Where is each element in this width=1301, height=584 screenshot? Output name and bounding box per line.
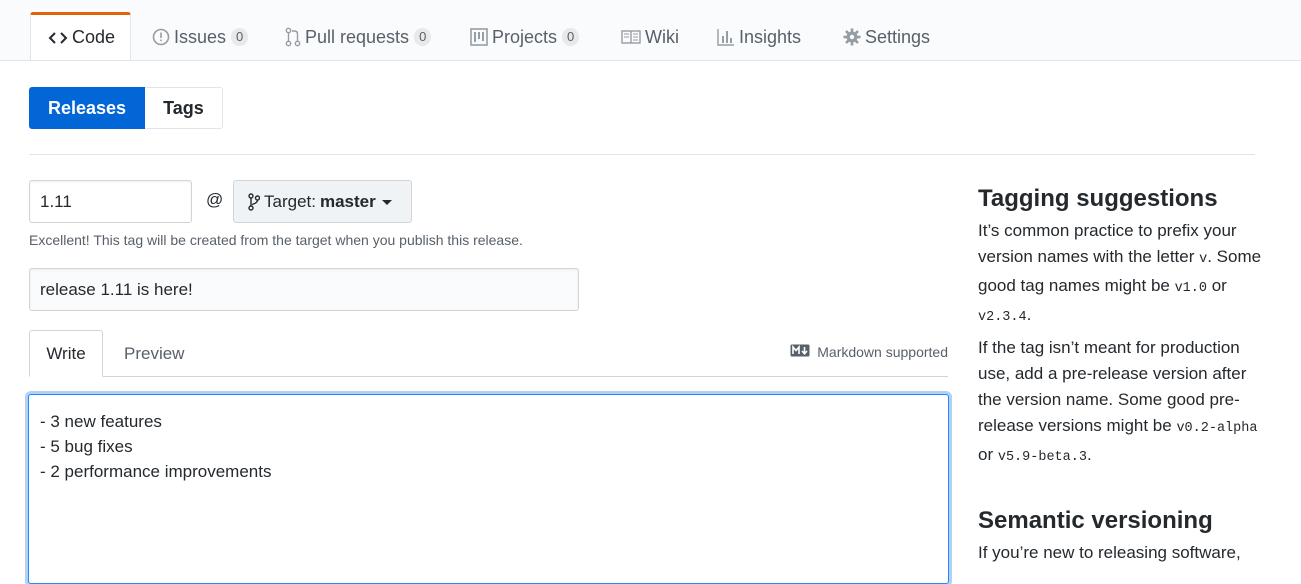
description-line: - 3 new features bbox=[40, 412, 162, 431]
markdown-icon bbox=[790, 344, 810, 360]
project-icon bbox=[470, 28, 488, 46]
tab-label: Issues bbox=[174, 26, 227, 47]
target-prefix: Target: bbox=[264, 191, 316, 211]
issues-counter: 0 bbox=[231, 28, 249, 46]
prerelease-paragraph: If the tag isn’t meant for production us… bbox=[978, 338, 1258, 465]
tab-label: Insights bbox=[739, 26, 802, 47]
description-line: - 2 performance improvements bbox=[40, 462, 272, 481]
repo-nav: Code Issues 0 Pull requests 0 Projects 0… bbox=[0, 0, 1301, 61]
semantic-versioning-heading: Semantic versioning bbox=[978, 507, 1213, 534]
graph-icon bbox=[717, 28, 735, 46]
description-line: - 5 bug fixes bbox=[40, 437, 133, 456]
tab-insights[interactable]: Insights bbox=[699, 14, 801, 60]
book-icon bbox=[621, 29, 641, 45]
tab-pull-requests[interactable]: Pull requests 0 bbox=[267, 14, 432, 60]
tagging-sidebar: Tagging suggestions It’s common practice… bbox=[978, 183, 1278, 562]
branch-icon bbox=[248, 192, 260, 211]
release-description-textarea[interactable]: - 3 new features - 5 bug fixes - 2 perfo… bbox=[28, 394, 949, 584]
releases-tab[interactable]: Releases bbox=[29, 87, 146, 129]
tab-label: Code bbox=[72, 27, 116, 47]
tab-issues[interactable]: Issues 0 bbox=[134, 14, 249, 60]
pull-requests-counter: 0 bbox=[414, 28, 432, 46]
tag-helper-note: Excellent! This tag will be created from… bbox=[29, 232, 523, 248]
section-divider bbox=[29, 154, 1255, 155]
tagging-paragraph: It’s common practice to prefix your vers… bbox=[978, 221, 1262, 325]
at-symbol: @ bbox=[206, 190, 224, 209]
release-title-input[interactable] bbox=[29, 268, 579, 311]
tab-wiki[interactable]: Wiki bbox=[603, 14, 679, 60]
tab-label: Projects bbox=[492, 26, 558, 47]
issue-icon bbox=[152, 28, 170, 46]
gear-icon bbox=[843, 28, 861, 46]
target-branch-name: master bbox=[319, 191, 376, 211]
tab-preview[interactable]: Preview bbox=[124, 330, 184, 377]
releases-subnav: Releases Tags bbox=[29, 87, 223, 129]
target-branch-button[interactable]: Target: master bbox=[233, 180, 412, 223]
tab-write[interactable]: Write bbox=[29, 330, 103, 377]
markdown-supported-link[interactable]: Markdown supported bbox=[790, 344, 948, 360]
tab-settings[interactable]: Settings bbox=[825, 14, 930, 60]
editor-tabbar: Write Preview Markdown supported bbox=[29, 330, 948, 377]
pull-request-icon bbox=[285, 27, 301, 47]
tags-tab[interactable]: Tags bbox=[145, 87, 223, 129]
code-icon bbox=[48, 30, 68, 46]
tab-label: Wiki bbox=[645, 26, 679, 47]
tab-projects[interactable]: Projects 0 bbox=[452, 14, 580, 60]
tagging-suggestions-heading: Tagging suggestions bbox=[978, 185, 1218, 212]
tab-code[interactable]: Code bbox=[30, 12, 131, 60]
markdown-note-label: Markdown supported bbox=[817, 344, 948, 360]
tag-version-input[interactable] bbox=[29, 180, 192, 223]
caret-down-icon bbox=[381, 200, 392, 205]
tab-label: Settings bbox=[865, 26, 931, 47]
projects-counter: 0 bbox=[562, 28, 580, 46]
semantic-paragraph: If you’re new to releasing software, bbox=[978, 543, 1241, 562]
tab-label: Pull requests bbox=[305, 26, 410, 47]
